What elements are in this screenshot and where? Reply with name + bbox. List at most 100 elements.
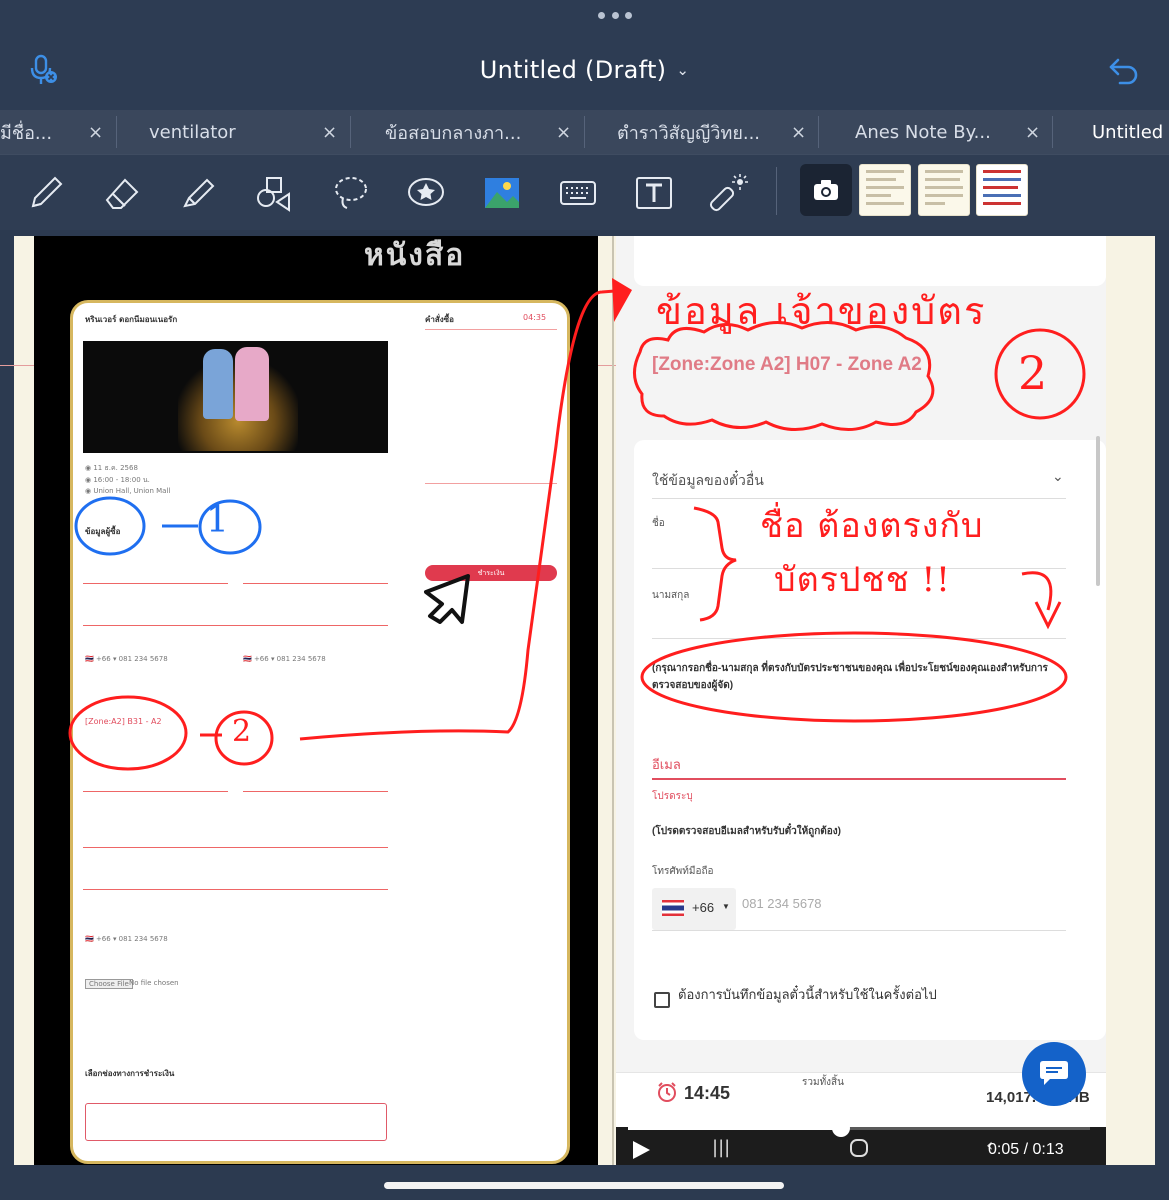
- notes-app: { "header": { "title": "Untitled (Draft)…: [0, 0, 1169, 1200]
- ticket-card-top: [634, 236, 1106, 286]
- annotation-name-check-2: บัตรปชช !!: [774, 560, 951, 600]
- tab-3[interactable]: ข้อสอบกลางภา... ×: [385, 110, 571, 154]
- annotation-number-2-left: 2: [232, 714, 252, 749]
- tab-1[interactable]: มีชื่อ... ×: [0, 110, 103, 154]
- checkout-card: หรินเวอร์ ดอกนีมอนเนอรัก ◉ 11 ธ.ค. 2568 …: [70, 300, 570, 1164]
- last-name-label: นามสกุล: [652, 590, 690, 601]
- laser-pointer-tool[interactable]: [706, 169, 754, 217]
- video-scrubber-knob[interactable]: [832, 1119, 850, 1137]
- ticket-last-name-field[interactable]: [243, 791, 388, 792]
- tab-divider: [1052, 116, 1053, 148]
- video-progress-bar[interactable]: [628, 1119, 1090, 1137]
- event-detail: ◉ Union Hall, Union Mall: [85, 487, 171, 495]
- play-icon[interactable]: [630, 1139, 652, 1161]
- document-title-text: Untitled (Draft): [479, 56, 667, 84]
- last-name-field[interactable]: [243, 583, 388, 584]
- recent-apps-icon[interactable]: |||: [712, 1137, 730, 1158]
- pay-button[interactable]: ชำระเงิน: [425, 565, 557, 581]
- payment-option-qr[interactable]: [85, 1103, 387, 1141]
- close-icon[interactable]: ×: [88, 122, 103, 143]
- tab-6-active[interactable]: Untitled: [1092, 110, 1163, 154]
- tab-label: Anes Note By...: [855, 121, 991, 143]
- pasted-screenshot-left[interactable]: หนังสือ หรินเวอร์ ดอกนีมอนเนอรัก ◉ 11 ธ.…: [34, 236, 598, 1165]
- screenshot-header-text: หนังสือ: [364, 238, 466, 273]
- multitasking-dots[interactable]: [598, 12, 632, 22]
- annotation-number-1: 1: [206, 500, 229, 541]
- lasso-tool[interactable]: [326, 169, 374, 217]
- tab-label: ตำราวิสัญญีวิทย...: [617, 122, 761, 144]
- text-tool[interactable]: [630, 169, 678, 217]
- eraser-tool[interactable]: [98, 169, 146, 217]
- recent-image-thumbnail[interactable]: [918, 164, 970, 216]
- ticket-email-field[interactable]: [83, 847, 388, 848]
- choose-file-button[interactable]: Choose File: [85, 979, 133, 989]
- recent-image-thumbnail[interactable]: [859, 164, 911, 216]
- last-name-input[interactable]: [652, 638, 1066, 639]
- laser-pointer-icon: [709, 174, 748, 212]
- chat-support-button[interactable]: [1022, 1042, 1086, 1106]
- home-indicator[interactable]: [384, 1182, 784, 1189]
- order-divider: [425, 483, 557, 484]
- document-title[interactable]: Untitled (Draft) ⌄: [0, 56, 1169, 84]
- event-detail: ◉ 11 ธ.ค. 2568: [85, 464, 138, 472]
- sticker-tool[interactable]: [402, 169, 450, 217]
- phone-input-placeholder[interactable]: 081 234 5678: [742, 896, 822, 911]
- countdown-timer: 04:35: [523, 313, 547, 322]
- tab-5[interactable]: Anes Note By... ×: [855, 110, 1040, 154]
- home-icon[interactable]: [848, 1137, 870, 1159]
- buyer-section-title: ข้อมูลผู้ซื้อ: [85, 527, 121, 536]
- close-icon[interactable]: ×: [791, 122, 806, 143]
- tab-divider: [818, 116, 819, 148]
- file-status: No file chosen: [129, 979, 179, 987]
- annotation-owner-heading: ข้อมูล เจ้าของบัตร: [656, 289, 987, 333]
- pen-tool[interactable]: [22, 169, 70, 217]
- undo-icon[interactable]: [1106, 52, 1142, 88]
- recent-image-thumbnail[interactable]: [976, 164, 1028, 216]
- first-name-field[interactable]: [83, 583, 228, 584]
- close-icon[interactable]: ×: [1025, 122, 1040, 143]
- checkout-timer: 14:45: [684, 1083, 731, 1103]
- image-tool[interactable]: [478, 169, 526, 217]
- phone-field[interactable]: 🇹🇭 +66 ▾ 081 234 5678: [85, 935, 168, 943]
- caret-down-icon: ▼: [722, 902, 730, 911]
- chat-bubble-icon: [1040, 1061, 1068, 1085]
- close-icon[interactable]: ×: [556, 122, 571, 143]
- shapes-tool[interactable]: [250, 169, 298, 217]
- phone-field[interactable]: 🇹🇭 +66 ▾ 081 234 5678: [85, 655, 168, 663]
- tab-label: ventilator: [149, 121, 236, 143]
- phone-label: โทรศัพท์มือถือ: [652, 866, 714, 877]
- tab-2[interactable]: ventilator ×: [149, 110, 337, 154]
- thailand-flag-icon: [662, 900, 684, 916]
- tab-label: ข้อสอบกลางภา...: [385, 122, 522, 144]
- email-required-message: โปรดระบุ: [652, 791, 693, 802]
- keyboard-tool[interactable]: [554, 169, 602, 217]
- zone-title: [Zone:Zone A2] H07 - Zone A2: [652, 354, 922, 375]
- order-divider: [425, 329, 557, 330]
- save-info-checkbox[interactable]: [654, 992, 670, 1008]
- tab-4[interactable]: ตำราวิสัญญีวิทย... ×: [617, 110, 806, 154]
- tab-label: มีชื่อ...: [0, 122, 53, 144]
- ticket-first-name-field[interactable]: [83, 791, 228, 792]
- name-instruction-note: (กรุณากรอกชื่อ-นามสกุล ที่ตรงกับบัตรประช…: [652, 663, 1048, 691]
- video-time: 0:05 / 0:13: [988, 1141, 1064, 1158]
- email-field[interactable]: [83, 625, 388, 626]
- image-icon: [485, 178, 519, 208]
- annotation-number-2-right: 2: [1018, 346, 1048, 400]
- scrollbar[interactable]: [1096, 436, 1100, 586]
- country-code-select[interactable]: +66 ▼: [652, 888, 736, 930]
- email-input[interactable]: [652, 778, 1066, 780]
- camera-button[interactable]: [800, 164, 852, 216]
- payment-section-title: เลือกช่องทางการชำระเงิน: [85, 1069, 175, 1078]
- text-box-icon: [636, 177, 672, 209]
- close-icon[interactable]: ×: [322, 122, 337, 143]
- use-other-ticket-info[interactable]: ใช้ข้อมูลของตั๋วอื่น: [652, 470, 764, 492]
- chevron-down-icon: ⌄: [676, 61, 690, 79]
- ticket-id-field[interactable]: [83, 889, 388, 890]
- highlighter-tool[interactable]: [174, 169, 222, 217]
- chevron-down-icon[interactable]: ⌄: [1052, 468, 1064, 485]
- eraser-icon: [105, 178, 139, 209]
- first-name-label: ชื่อ: [652, 518, 665, 529]
- phone-field[interactable]: 🇹🇭 +66 ▾ 081 234 5678: [243, 655, 326, 663]
- pen-icon: [31, 176, 63, 208]
- event-title: หรินเวอร์ ดอกนีมอนเนอรัก: [85, 315, 178, 324]
